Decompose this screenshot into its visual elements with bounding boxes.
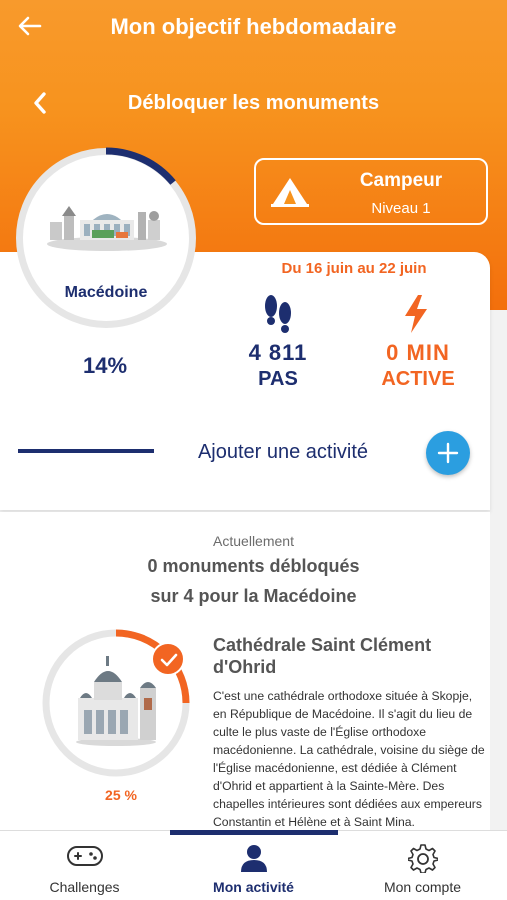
bottom-navigation: Challenges Mon activité Mon compte xyxy=(0,830,507,900)
tent-icon xyxy=(271,178,309,207)
section-divider xyxy=(18,449,154,453)
user-icon xyxy=(240,845,267,872)
nav-mon-activite[interactable]: Mon activité xyxy=(169,831,338,900)
country-name: Macédoine xyxy=(64,284,148,301)
level-name: Campeur xyxy=(359,170,443,191)
level-badge[interactable]: Campeur Niveau 1 xyxy=(254,158,488,225)
unlocked-count: 0 monuments débloqués xyxy=(147,556,360,576)
nav-label-mon-activite: Mon activité xyxy=(213,879,294,895)
monument-title: Cathédrale Saint Clément d'Ohrid xyxy=(213,635,432,677)
check-icon xyxy=(160,653,178,667)
level-number: Niveau 1 xyxy=(371,200,431,217)
gamepad-icon xyxy=(66,846,103,866)
macedonia-illustration xyxy=(47,206,167,251)
lightning-icon xyxy=(405,295,427,333)
cathedral-illustration xyxy=(76,656,156,746)
unlocked-check-badge xyxy=(151,642,185,676)
add-activity-button[interactable] xyxy=(426,431,470,475)
nav-mon-compte[interactable]: Mon compte xyxy=(338,831,507,900)
unlocked-total: sur 4 pour la Macédoine xyxy=(150,586,357,606)
steps-unit: PAS xyxy=(258,368,298,390)
page-title: Mon objectif hebdomadaire xyxy=(110,14,397,39)
footsteps-icon xyxy=(265,295,291,333)
gear-icon xyxy=(407,844,438,873)
plus-icon xyxy=(437,442,459,464)
country-percent: 14% xyxy=(82,353,128,378)
currently-label: Actuellement xyxy=(213,533,294,549)
active-tab-indicator xyxy=(170,830,338,835)
monument-percent: 25 % xyxy=(105,787,137,803)
active-minutes-unit: ACTIVE xyxy=(381,368,455,390)
section-title: Débloquer les monuments xyxy=(127,92,380,114)
monument-description: C'est une cathédrale orthodoxe située à … xyxy=(213,689,485,829)
nav-label-challenges: Challenges xyxy=(49,879,120,895)
nav-challenges[interactable]: Challenges xyxy=(0,831,169,900)
steps-value: 4 811 xyxy=(248,340,308,365)
date-range: Du 16 juin au 22 juin xyxy=(281,260,427,277)
add-activity-label[interactable]: Ajouter une activité xyxy=(170,441,396,464)
nav-label-mon-compte: Mon compte xyxy=(383,879,462,895)
active-minutes-value: 0 MIN xyxy=(386,340,450,365)
